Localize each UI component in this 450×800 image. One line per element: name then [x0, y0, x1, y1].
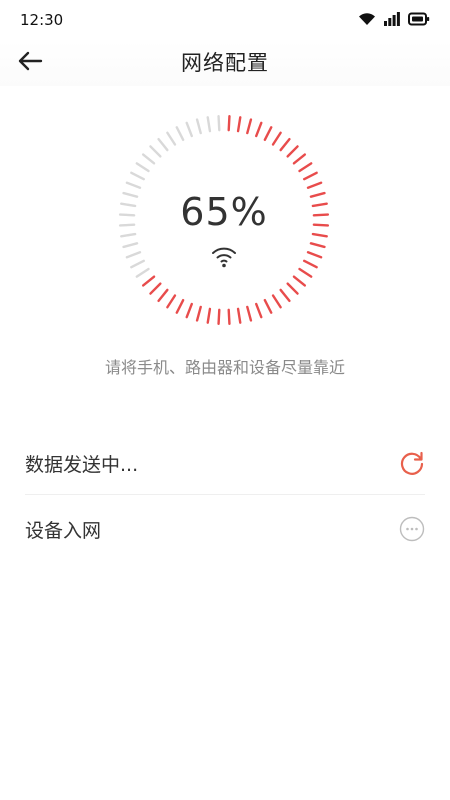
proximity-hint: 请将手机、路由器和设备尽量靠近	[104, 358, 345, 377]
wifi-icon	[358, 11, 376, 30]
progress-tick	[185, 302, 193, 319]
progress-percent: 65%	[180, 190, 268, 234]
progress-tick	[311, 232, 328, 238]
step-label: 数据发送中...	[25, 453, 139, 476]
status-icons	[358, 11, 430, 30]
page-title: 网络配置	[181, 51, 269, 75]
progress-tick	[227, 114, 231, 132]
progress-tick	[255, 121, 263, 138]
progress-tick	[227, 308, 231, 326]
progress-tick	[130, 259, 146, 269]
progress-tick	[286, 282, 299, 295]
step-device-join: 设备入网	[25, 498, 425, 560]
progress-tick	[302, 259, 318, 269]
step-label: 设备入网	[25, 519, 102, 542]
progress-tick	[255, 302, 263, 319]
progress-tick	[292, 153, 307, 165]
progress-tick	[236, 307, 242, 324]
signal-icon	[384, 11, 400, 30]
progress-tick	[135, 162, 150, 173]
wifi-icon	[210, 244, 238, 270]
progress-indicator: 65%	[116, 112, 332, 328]
progress-tick	[306, 251, 323, 259]
more-circle-icon	[399, 516, 425, 542]
progress-tick	[279, 288, 291, 303]
progress-tick	[286, 145, 299, 158]
progress-tick	[206, 307, 212, 324]
progress-tick	[298, 162, 313, 173]
progress-tick	[271, 131, 282, 146]
status-time: 12:30	[20, 11, 64, 29]
progress-tick	[175, 126, 185, 142]
progress-tick	[125, 251, 142, 259]
step-sending-data: 数据发送中...	[25, 432, 425, 495]
battery-icon	[408, 11, 430, 30]
progress-tick	[195, 118, 202, 135]
progress-tick	[157, 288, 169, 303]
progress-tick	[302, 171, 318, 181]
progress-tick	[195, 305, 202, 322]
progress-tick	[236, 116, 242, 133]
progress-tick	[279, 137, 291, 152]
progress-tick	[246, 118, 253, 135]
progress-tick	[217, 308, 221, 326]
progress-tick	[271, 294, 282, 309]
progress-tick	[175, 298, 185, 314]
progress-tick	[246, 305, 253, 322]
progress-tick	[135, 267, 150, 278]
progress-tick	[130, 171, 146, 181]
progress-tick	[263, 298, 273, 314]
progress-tick	[141, 153, 156, 165]
progress-tick	[306, 181, 323, 189]
progress-tick	[157, 137, 169, 152]
progress-tick	[166, 131, 177, 146]
progress-tick	[217, 114, 221, 132]
progress-tick	[149, 282, 162, 295]
progress-tick	[263, 126, 273, 142]
progress-tick	[292, 275, 307, 287]
status-bar: 12:30	[0, 0, 450, 40]
progress-tick	[309, 242, 326, 249]
progress-tick	[120, 232, 137, 238]
refresh-icon	[399, 450, 425, 476]
progress-tick	[125, 181, 142, 189]
progress-tick	[298, 267, 313, 278]
progress-tick	[122, 242, 139, 249]
progress-tick	[166, 294, 177, 309]
progress-tick	[185, 121, 193, 138]
header: 网络配置	[0, 40, 450, 86]
progress-tick	[141, 275, 156, 287]
progress-tick	[206, 116, 212, 133]
progress-tick	[149, 145, 162, 158]
